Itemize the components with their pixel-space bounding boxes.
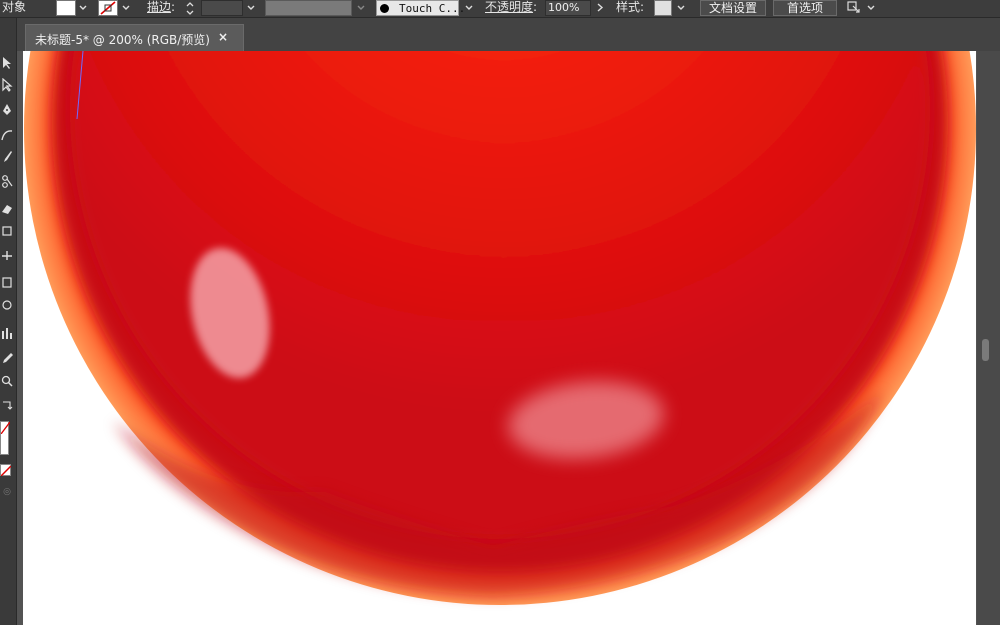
red-glossy-sphere[interactable] [23, 51, 976, 625]
profile-dropdown-icon[interactable] [354, 0, 368, 17]
variable-width-profile[interactable] [265, 0, 352, 16]
brush-dot-icon [380, 4, 389, 13]
stroke-weight-field[interactable] [201, 0, 243, 16]
stroke-swatch-icon[interactable] [98, 0, 118, 16]
brush-definition-field[interactable]: Touch C... [376, 0, 465, 16]
stroke-dropdown-chevron-icon[interactable] [119, 0, 133, 17]
swap-colors-icon[interactable] [0, 398, 14, 416]
control-bar: 对象 描边: Touch C... 不透明度: 100% 样式: 文档设置 首选… [0, 0, 1000, 18]
direct-selection-tool-icon[interactable] [0, 77, 14, 96]
paintbrush-tool-icon[interactable] [0, 150, 14, 168]
fill-swatch-icon[interactable] [56, 0, 76, 16]
stroke-weight-dropdown-icon[interactable] [244, 0, 258, 17]
zoom-tool-icon[interactable] [0, 374, 14, 392]
opacity-expand-icon[interactable] [593, 0, 607, 17]
selection-tool-icon[interactable] [0, 56, 14, 74]
width-tool-icon[interactable] [0, 248, 14, 266]
curvature-tool-icon[interactable] [0, 128, 14, 146]
eraser-tool-icon[interactable] [0, 202, 14, 220]
none-color-icon[interactable] [0, 464, 12, 477]
stroke-label: 描边: [147, 0, 176, 14]
scrollbar-thumb[interactable] [982, 339, 989, 361]
document-tab[interactable]: 未标题-5* @ 200% (RGB/预览) × [25, 24, 244, 51]
eyedropper-tool-icon[interactable] [0, 351, 14, 369]
arrange-dropdown-icon[interactable] [864, 0, 878, 17]
canvas-area[interactable] [17, 51, 977, 625]
drawing-mode-icon[interactable]: ◎ [0, 483, 14, 501]
column-graph-tool-icon[interactable] [0, 326, 14, 344]
preferences-button[interactable]: 首选项 [773, 0, 837, 16]
close-icon[interactable]: × [218, 30, 228, 44]
tools-panel: ◎ [0, 18, 17, 625]
stroke-label-text: 描边 [147, 0, 172, 14]
document-setup-button[interactable]: 文档设置 [700, 0, 766, 16]
opacity-label[interactable]: 不透明度: [485, 0, 537, 17]
artboard[interactable] [23, 51, 976, 625]
stroke-weight-stepper-icon[interactable] [183, 0, 197, 17]
style-dropdown-icon[interactable] [674, 0, 688, 17]
rotate-tool-icon[interactable] [0, 298, 14, 316]
brush-name: Touch C... [399, 2, 466, 15]
pen-tool-icon[interactable] [0, 103, 14, 121]
rectangle-tool-icon[interactable] [0, 275, 14, 293]
style-label: 样式: [616, 0, 645, 14]
fill-dropdown-chevron-icon[interactable] [76, 0, 90, 17]
brush-dropdown-icon[interactable] [462, 0, 476, 17]
arrange-icon[interactable] [846, 0, 862, 16]
object-label: 对象 [2, 0, 27, 14]
graphic-style-swatch[interactable] [654, 0, 672, 16]
shaper-tool-icon[interactable] [0, 174, 14, 192]
fill-color-swatch[interactable] [0, 421, 11, 455]
style-label-text: 样式 [616, 0, 641, 14]
document-tab-title: 未标题-5* @ 200% (RGB/预览) [35, 33, 210, 47]
free-transform-tool-icon[interactable] [0, 224, 14, 242]
document-tab-strip: 未标题-5* @ 200% (RGB/预览) × [17, 18, 1000, 51]
vertical-scrollbar[interactable] [977, 51, 1000, 625]
opacity-label-text: 不透明度 [485, 0, 534, 14]
opacity-value: 100% [548, 1, 580, 14]
opacity-field[interactable]: 100% [545, 0, 591, 16]
